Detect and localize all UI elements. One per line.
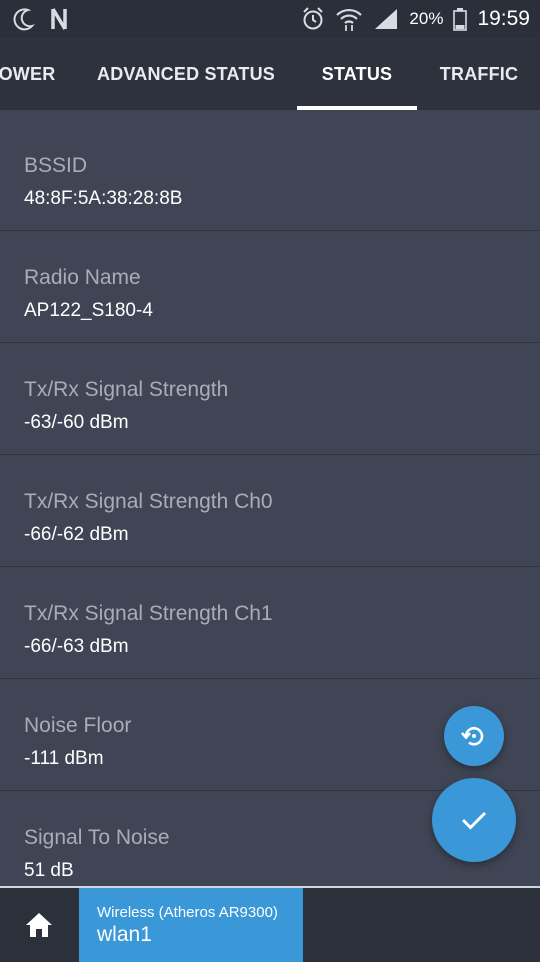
row-value: -66/-63 dBm bbox=[24, 636, 129, 657]
tab-advanced-status[interactable]: ADVANCED STATUS bbox=[88, 38, 284, 110]
battery-percent: 20% bbox=[409, 9, 444, 28]
tab-status[interactable]: STATUS bbox=[297, 38, 417, 110]
n-notification-icon bbox=[51, 8, 67, 30]
moon-icon bbox=[13, 8, 35, 31]
row-signal-strength: Tx/Rx Signal Strength -63/-60 dBm bbox=[0, 342, 540, 455]
row-value: 51 dB bbox=[24, 860, 74, 881]
reset-button[interactable] bbox=[444, 706, 504, 766]
active-tab-indicator bbox=[297, 106, 417, 110]
wifi-icon bbox=[336, 8, 363, 31]
tab-power[interactable]: OWER bbox=[0, 38, 62, 110]
restore-icon bbox=[461, 727, 484, 746]
battery-icon bbox=[453, 8, 468, 31]
row-label: Signal To Noise bbox=[24, 826, 170, 849]
row-label: Noise Floor bbox=[24, 714, 132, 737]
status-bar-right: 20% 19:59 bbox=[301, 4, 530, 34]
row-value: -111 dBm bbox=[24, 748, 104, 769]
row-label: Radio Name bbox=[24, 266, 141, 289]
row-value: AP122_S180-4 bbox=[24, 300, 153, 321]
row-bssid: BSSID 48:8F:5A:38:28:8B bbox=[0, 118, 540, 231]
tab-bar: OWER ADVANCED STATUS STATUS TRAFFIC bbox=[0, 38, 540, 110]
interface-selector[interactable]: Wireless (Atheros AR9300) wlan1 bbox=[79, 888, 303, 962]
home-icon bbox=[26, 913, 52, 937]
row-value: -66/-62 dBm bbox=[24, 524, 129, 545]
row-label: BSSID bbox=[24, 154, 88, 177]
row-signal-strength-ch1: Tx/Rx Signal Strength Ch1 -66/-63 dBm bbox=[0, 566, 540, 679]
tab-label: OWER bbox=[0, 63, 56, 84]
tab-label: STATUS bbox=[321, 63, 393, 84]
row-value: -63/-60 dBm bbox=[24, 412, 129, 433]
status-bar-left bbox=[10, 4, 68, 34]
interface-description: Wireless (Atheros AR9300) bbox=[97, 904, 278, 921]
status-time: 19:59 bbox=[477, 7, 530, 30]
interface-name: wlan1 bbox=[97, 923, 152, 946]
status-bar: 20% 19:59 bbox=[0, 0, 540, 38]
apply-button[interactable] bbox=[432, 778, 516, 862]
bottom-bar: Wireless (Atheros AR9300) wlan1 bbox=[0, 886, 540, 962]
tab-label: TRAFFIC bbox=[439, 63, 519, 84]
cell-signal-icon bbox=[375, 9, 398, 29]
row-radio-name: Radio Name AP122_S180-4 bbox=[0, 230, 540, 343]
check-icon bbox=[461, 811, 487, 830]
row-value: 48:8F:5A:38:28:8B bbox=[24, 188, 183, 209]
row-label: Tx/Rx Signal Strength Ch0 bbox=[24, 490, 273, 513]
row-label: Tx/Rx Signal Strength bbox=[24, 378, 229, 401]
tab-label: ADVANCED STATUS bbox=[97, 63, 275, 84]
row-signal-strength-ch0: Tx/Rx Signal Strength Ch0 -66/-62 dBm bbox=[0, 454, 540, 567]
alarm-icon bbox=[303, 7, 324, 30]
home-button[interactable] bbox=[0, 888, 78, 962]
tab-traffic[interactable]: TRAFFIC bbox=[430, 38, 528, 110]
row-label: Tx/Rx Signal Strength Ch1 bbox=[24, 602, 273, 625]
